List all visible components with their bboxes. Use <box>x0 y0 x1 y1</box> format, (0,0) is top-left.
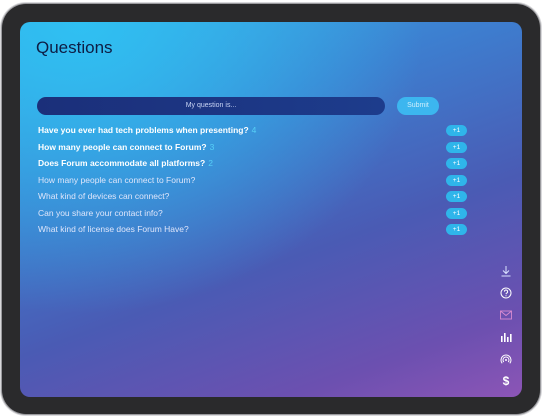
upvote-button[interactable]: +1 <box>446 207 467 219</box>
question-input[interactable]: My question is... <box>37 97 385 115</box>
upvote-button[interactable]: +1 <box>446 191 467 202</box>
tablet-frame: Questions My question is... Submit Have … <box>2 4 540 414</box>
question-text: Have you ever had tech problems when pre… <box>38 125 249 135</box>
vote-count: 2 <box>208 158 213 168</box>
question-item: What kind of license does Forum Have? +1 <box>38 221 468 238</box>
question-text: Can you share your contact info? <box>38 207 163 218</box>
dollar-icon[interactable]: $ <box>496 370 516 392</box>
question-text: What kind of devices can connect? <box>38 191 170 201</box>
question-item: Does Forum accommodate all platforms? 2 +… <box>38 155 468 172</box>
question-item: Can you share your contact info? +1 <box>38 205 468 222</box>
bar-chart-icon[interactable] <box>496 326 516 348</box>
question-item: How many people can connect to Forum? 3 +… <box>38 139 468 156</box>
dollar-glyph: $ <box>502 374 510 388</box>
question-item: What kind of devices can connect? +1 <box>38 188 468 205</box>
question-text: What kind of license does Forum Have? <box>38 224 189 234</box>
submit-button[interactable]: Submit <box>397 97 439 115</box>
question-text: How many people can connect to Forum? <box>38 141 207 152</box>
upvote-button[interactable]: +1 <box>446 125 467 136</box>
question-text: Does Forum accommodate all platforms? <box>38 158 206 168</box>
vote-count: 4 <box>251 125 257 135</box>
upvote-button[interactable]: +1 <box>446 224 467 235</box>
page-title: Questions <box>36 38 113 57</box>
upvote-button[interactable]: +1 <box>446 141 467 153</box>
upvote-button[interactable]: +1 <box>446 174 467 186</box>
upvote-button[interactable]: +1 <box>446 158 467 169</box>
question-text: How many people can connect to Forum? <box>38 174 196 185</box>
question-item: Have you ever had tech problems when pre… <box>38 122 468 139</box>
app-screen: Questions My question is... Submit Have … <box>20 22 522 397</box>
question-list: Have you ever had tech problems when pre… <box>38 122 468 238</box>
question-icon[interactable] <box>496 282 516 304</box>
question-item: How many people can connect to Forum? +1 <box>38 172 468 189</box>
side-toolbar: $ <box>496 260 516 392</box>
mail-icon[interactable] <box>496 304 516 326</box>
broadcast-icon[interactable] <box>496 348 516 370</box>
download-icon[interactable] <box>496 260 516 282</box>
vote-count: 3 <box>209 141 215 152</box>
